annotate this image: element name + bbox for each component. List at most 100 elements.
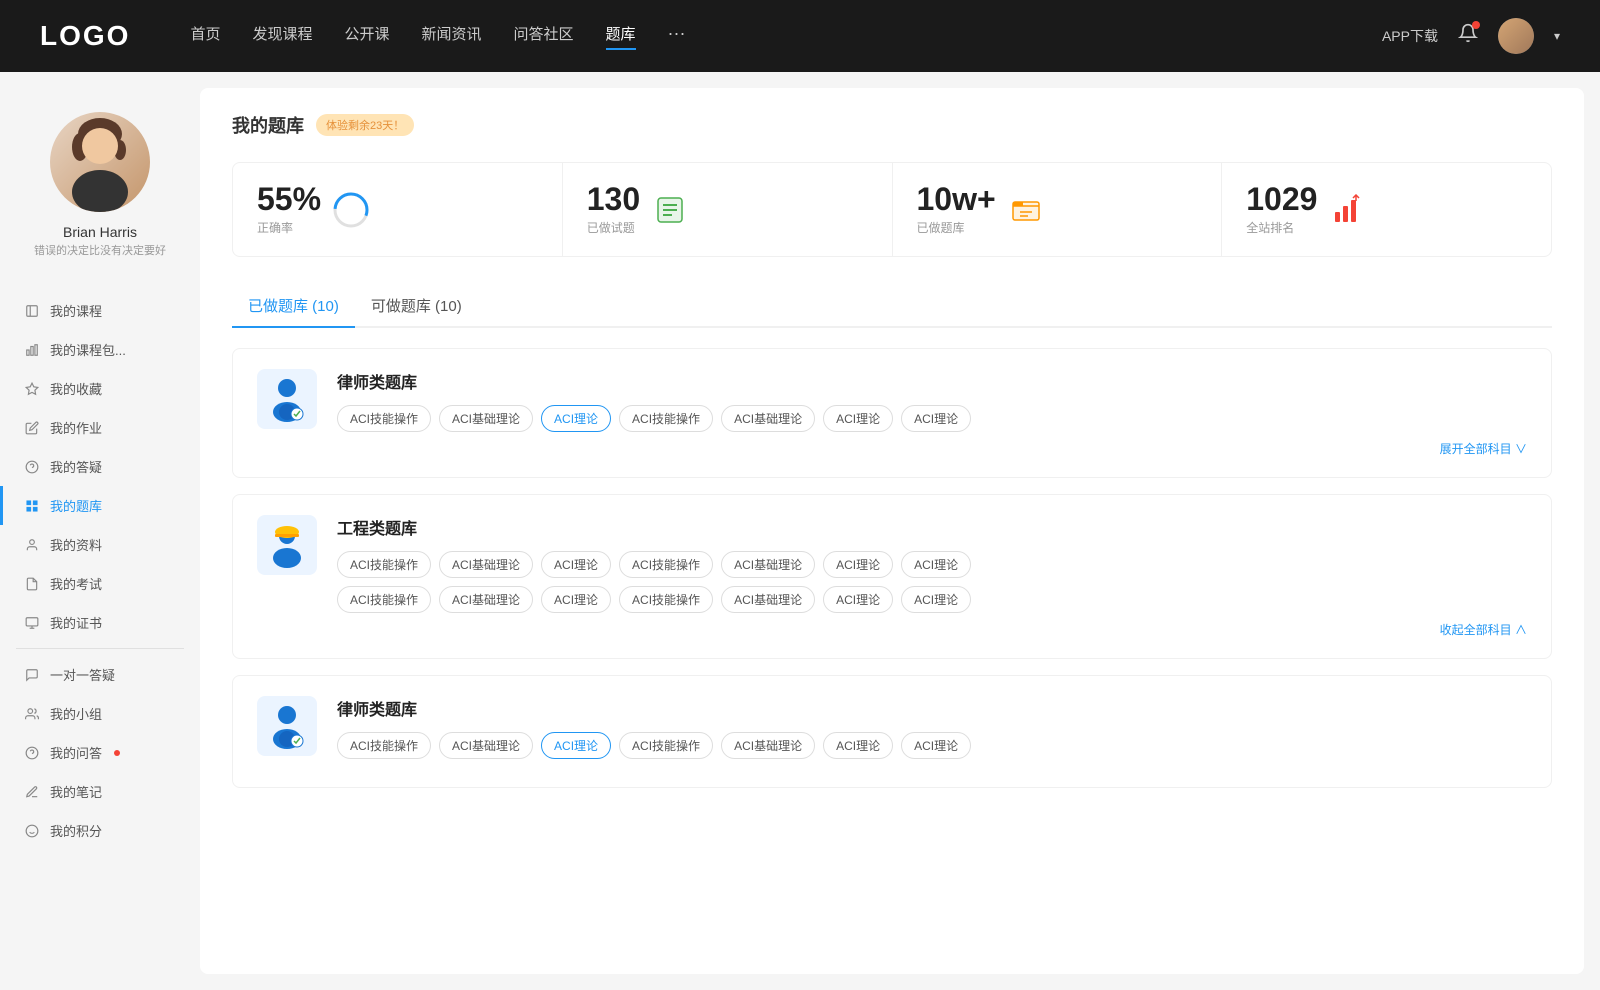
nav-question-bank[interactable]: 题库 [606,23,636,50]
bank-tag[interactable]: ACI基础理论 [721,732,815,759]
profile-name: Brian Harris [63,224,137,240]
profile-dropdown-arrow[interactable]: ▾ [1554,29,1560,43]
app-download-link[interactable]: APP下载 [1382,26,1438,46]
bank-tag[interactable]: ACI理论 [901,405,971,432]
bank-tags-engineering-row1: ACI技能操作 ACI基础理论 ACI理论 ACI技能操作 ACI基础理论 AC… [337,551,1527,578]
tab-done[interactable]: 已做题库 (10) [232,285,355,326]
nav-discover[interactable]: 发现课程 [252,23,312,50]
trial-badge: 体验剩余23天！ [316,114,414,136]
score-icon [24,823,40,839]
doc-icon [24,576,40,592]
bank-tag[interactable]: ACI技能操作 [619,405,713,432]
sidebar-item-label: 我的作业 [50,418,102,437]
bank-tag[interactable]: ACI技能操作 [619,551,713,578]
bank-tag[interactable]: ACI理论 [823,551,893,578]
bank-tag[interactable]: ACI理论 [901,551,971,578]
engineering-icon [262,520,312,570]
bank-tag[interactable]: ACI基础理论 [721,551,815,578]
stat-rank: 1029 全站排名 [1222,163,1551,256]
sidebar-item-points[interactable]: 我的积分 [0,811,200,850]
bank-tag[interactable]: ACI技能操作 [619,586,713,613]
sidebar-menu: 我的课程 我的课程包... 我的收藏 我的作业 [0,283,200,858]
bank-tag[interactable]: ACI技能操作 [619,732,713,759]
sidebar-profile: Brian Harris 错误的决定比没有决定要好 [0,92,200,283]
bank-tag-selected[interactable]: ACI理论 [541,732,611,759]
sidebar-item-qa[interactable]: 我的答疑 [0,447,200,486]
bank-tag[interactable]: ACI技能操作 [337,551,431,578]
bank-tag[interactable]: ACI技能操作 [337,732,431,759]
bank-tag[interactable]: ACI基础理论 [439,732,533,759]
bank-tag[interactable]: ACI理论 [901,586,971,613]
stat-banks-value: 10w+ [917,183,996,215]
sidebar-item-label: 我的题库 [50,496,102,515]
sidebar-item-label: 我的考试 [50,574,102,593]
bank-card-lawyer-2: 律师类题库 ACI技能操作 ACI基础理论 ACI理论 ACI技能操作 ACI基… [232,675,1552,788]
sidebar-item-favorites[interactable]: 我的收藏 [0,369,200,408]
bank-content-lawyer-2: 律师类题库 ACI技能操作 ACI基础理论 ACI理论 ACI技能操作 ACI基… [337,696,1527,767]
bank-tag[interactable]: ACI理论 [541,551,611,578]
stat-rank-label: 全站排名 [1246,219,1317,236]
note-icon [24,784,40,800]
navbar: LOGO 首页 发现课程 公开课 新闻资讯 问答社区 题库 ··· APP下载 … [0,0,1600,72]
nav-open-course[interactable]: 公开课 [344,23,389,50]
bank-tag[interactable]: ACI理论 [823,405,893,432]
chat-icon [24,667,40,683]
expand-lawyer-1[interactable]: 展开全部科目 ∨ [337,440,1527,457]
nav-qa[interactable]: 问答社区 [514,23,574,50]
question-bank-tabs: 已做题库 (10) 可做题库 (10) [232,285,1552,328]
stat-accuracy: 55% 正确率 [233,163,563,256]
qa-notification-dot [114,750,120,756]
sidebar-item-profile[interactable]: 我的资料 [0,525,200,564]
rank-icon [1331,194,1363,226]
collapse-engineering[interactable]: 收起全部科目 ∧ [337,621,1527,638]
bank-icon-lawyer-1 [257,369,317,429]
sidebar-item-label: 我的笔记 [50,782,102,801]
sidebar-item-groups[interactable]: 我的小组 [0,694,200,733]
bank-tag[interactable]: ACI基础理论 [721,405,815,432]
sidebar-item-certificates[interactable]: 我的证书 [0,603,200,642]
bank-tag[interactable]: ACI基础理论 [439,586,533,613]
avatar-svg [50,112,150,212]
sidebar-item-my-qa[interactable]: 我的问答 [0,733,200,772]
bank-card-lawyer-1: 律师类题库 ACI技能操作 ACI基础理论 ACI理论 ACI技能操作 ACI基… [232,348,1552,478]
bank-tag[interactable]: ACI理论 [541,586,611,613]
bank-tag[interactable]: ACI理论 [823,586,893,613]
sidebar-item-label: 我的答疑 [50,457,102,476]
folder-icon [1008,192,1044,228]
stat-questions-label: 已做试题 [587,219,640,236]
profile-avatar [50,112,150,212]
bank-tag[interactable]: ACI基础理论 [721,586,815,613]
bar-icon [24,342,40,358]
sidebar-item-label: 我的课程 [50,301,102,320]
nav-home[interactable]: 首页 [190,23,220,50]
nav-more[interactable]: ··· [668,23,686,50]
bank-tag[interactable]: ACI基础理论 [439,405,533,432]
bank-tags-lawyer-2: ACI技能操作 ACI基础理论 ACI理论 ACI技能操作 ACI基础理论 AC… [337,732,1527,759]
sidebar-item-exams[interactable]: 我的考试 [0,564,200,603]
bank-tag[interactable]: ACI理论 [823,732,893,759]
bank-tag[interactable]: ACI技能操作 [337,405,431,432]
tab-available[interactable]: 可做题库 (10) [355,285,478,326]
sidebar-item-courses[interactable]: 我的课程 [0,291,200,330]
sidebar-item-course-packages[interactable]: 我的课程包... [0,330,200,369]
person-icon [24,537,40,553]
nav-links: 首页 发现课程 公开课 新闻资讯 问答社区 题库 ··· [190,23,1342,50]
stat-banks-label: 已做题库 [917,219,996,236]
bank-tag[interactable]: ACI理论 [901,732,971,759]
bank-tag[interactable]: ACI技能操作 [337,586,431,613]
notification-bell[interactable] [1458,23,1478,49]
sidebar-item-notes[interactable]: 我的笔记 [0,772,200,811]
bank-tag[interactable]: ACI基础理论 [439,551,533,578]
bank-tag-selected[interactable]: ACI理论 [541,405,611,432]
file-icon [24,303,40,319]
sidebar-item-homework[interactable]: 我的作业 [0,408,200,447]
page-header: 我的题库 体验剩余23天！ [232,112,1552,138]
sidebar-item-question-bank[interactable]: 我的题库 [0,486,200,525]
list-icon [652,192,688,228]
bank-title-engineering: 工程类题库 [337,515,1527,539]
stat-accuracy-value: 55% [257,183,321,215]
navbar-right: APP下载 ▾ [1382,18,1560,54]
sidebar-item-one-on-one[interactable]: 一对一答疑 [0,655,200,694]
nav-news[interactable]: 新闻资讯 [422,23,482,50]
avatar[interactable] [1498,18,1534,54]
